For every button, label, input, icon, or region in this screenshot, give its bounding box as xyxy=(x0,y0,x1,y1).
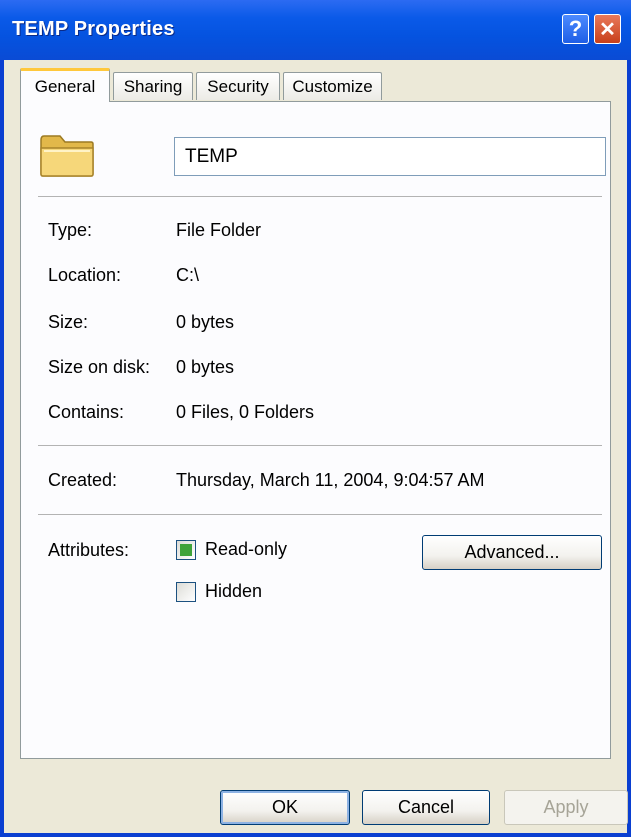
folder-name-input[interactable] xyxy=(174,137,606,176)
ok-button[interactable]: OK xyxy=(220,790,350,825)
title-bar[interactable]: TEMP Properties ? ✕ xyxy=(0,0,631,60)
separator xyxy=(38,445,602,446)
tab-customize[interactable]: Customize xyxy=(283,72,382,100)
help-button[interactable]: ? xyxy=(562,14,589,44)
contains-label: Contains: xyxy=(48,402,125,422)
hidden-checkbox[interactable] xyxy=(176,582,196,602)
close-icon: ✕ xyxy=(599,18,616,41)
apply-button[interactable]: Apply xyxy=(504,790,628,825)
window-title: TEMP Properties xyxy=(12,18,175,40)
general-tab-panel xyxy=(20,101,611,759)
location-value: C:\ xyxy=(176,265,200,285)
read-only-checkbox[interactable] xyxy=(176,540,196,560)
type-value: File Folder xyxy=(176,220,262,240)
created-label: Created: xyxy=(48,470,118,490)
tab-security[interactable]: Security xyxy=(196,72,280,100)
advanced-button[interactable]: Advanced... xyxy=(422,535,602,570)
size-value: 0 bytes xyxy=(176,312,235,332)
location-label: Location: xyxy=(48,265,122,285)
tab-general[interactable]: General xyxy=(20,68,110,102)
separator xyxy=(38,196,602,197)
folder-icon xyxy=(40,135,94,177)
close-button[interactable]: ✕ xyxy=(594,14,621,44)
read-only-label[interactable]: Read-only xyxy=(205,539,287,560)
hidden-label[interactable]: Hidden xyxy=(205,581,262,602)
cancel-button[interactable]: Cancel xyxy=(362,790,490,825)
created-value: Thursday, March 11, 2004, 9:04:57 AM xyxy=(176,470,485,490)
properties-dialog: TEMP Properties ? ✕ General Sharing Secu… xyxy=(0,0,631,837)
type-label: Type: xyxy=(48,220,93,240)
size-label: Size: xyxy=(48,312,89,332)
tab-sharing[interactable]: Sharing xyxy=(113,72,193,100)
size-on-disk-value: 0 bytes xyxy=(176,357,235,377)
help-icon: ? xyxy=(568,16,583,41)
contains-value: 0 Files, 0 Folders xyxy=(176,402,315,422)
size-on-disk-label: Size on disk: xyxy=(48,357,151,377)
attributes-label: Attributes: xyxy=(48,540,130,560)
separator xyxy=(38,514,602,515)
